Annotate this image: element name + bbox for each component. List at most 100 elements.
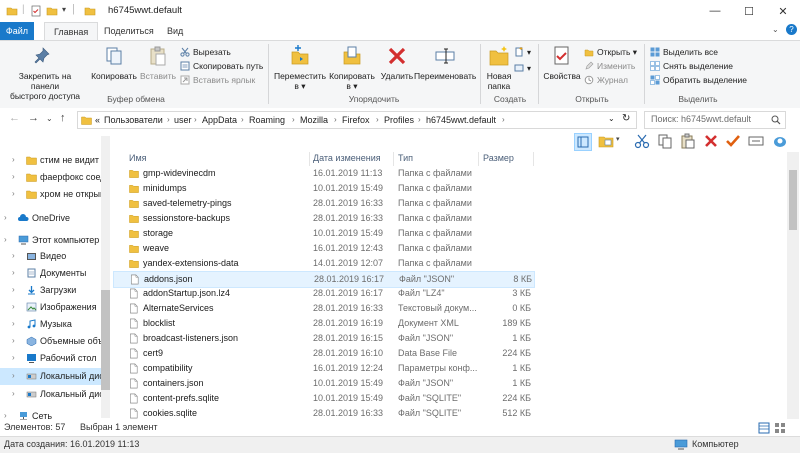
nav-pane-scroll-thumb[interactable]: [101, 290, 110, 390]
delete-toolbar-icon[interactable]: [703, 133, 719, 149]
nav-item[interactable]: › Объемные объ: [0, 333, 101, 350]
minimize-button[interactable]: —: [698, 0, 732, 22]
breadcrumb-appdata[interactable]: AppData: [202, 115, 237, 125]
table-row[interactable]: yandex-extensions-data 14.01.2019 12:07 …: [113, 256, 533, 271]
new-folder-button[interactable]: Новая папка: [484, 45, 514, 91]
column-date[interactable]: Дата изменения: [313, 153, 381, 163]
table-row[interactable]: addonStartup.json.lz4 28.01.2019 16:17 Ф…: [113, 286, 533, 301]
nav-item[interactable]: › стим не видит и: [0, 152, 101, 169]
copy-path-button[interactable]: Скопировать путь: [180, 60, 263, 72]
table-row[interactable]: storage 10.01.2019 15:49 Папка с файлами: [113, 226, 533, 241]
breadcrumb-current[interactable]: h6745wwt.default: [426, 115, 496, 125]
expand-chevron-icon[interactable]: ›: [12, 319, 15, 328]
customize-quick-access-icon[interactable]: ▾: [62, 5, 66, 14]
expand-chevron-icon[interactable]: ›: [12, 389, 15, 398]
up-arrow-icon[interactable]: ↑: [60, 112, 66, 124]
table-row[interactable]: content-prefs.sqlite 10.01.2019 15:49 Фа…: [113, 391, 533, 406]
table-row[interactable]: weave 16.01.2019 12:43 Папка с файлами: [113, 241, 533, 256]
details-layout-icon[interactable]: [758, 422, 770, 434]
details-view-icon[interactable]: [574, 133, 592, 151]
back-arrow-icon[interactable]: ←: [9, 112, 20, 124]
nav-item[interactable]: › Локальный дис: [0, 368, 101, 385]
invert-selection-button[interactable]: Обратить выделение: [650, 74, 747, 86]
nav-item[interactable]: › Этот компьютер: [0, 232, 101, 249]
nav-item[interactable]: › Музыка: [0, 316, 101, 333]
select-all-button[interactable]: Выделить все: [650, 46, 718, 58]
nav-item[interactable]: › Видео: [0, 248, 101, 265]
breadcrumb-mozilla[interactable]: Mozilla: [300, 115, 328, 125]
table-row[interactable]: blocklist 28.01.2019 16:19 Документ XML …: [113, 316, 533, 331]
maximize-button[interactable]: ☐: [732, 0, 766, 22]
properties-quick-icon[interactable]: [30, 5, 42, 17]
paste-toolbar-icon[interactable]: [680, 133, 696, 149]
expand-chevron-icon[interactable]: ›: [4, 213, 7, 222]
table-row[interactable]: saved-telemetry-pings 28.01.2019 16:33 П…: [113, 196, 533, 211]
column-name[interactable]: Имя: [129, 153, 147, 163]
history-button[interactable]: Журнал: [584, 74, 628, 86]
breadcrumb-prefix[interactable]: «: [95, 115, 100, 125]
address-dropdown-icon[interactable]: ⌄: [608, 114, 615, 123]
paste-shortcut-button[interactable]: Вставить ярлык: [180, 74, 255, 86]
select-none-button[interactable]: Снять выделение: [650, 60, 733, 72]
nav-item[interactable]: › Изображения: [0, 299, 101, 316]
expand-chevron-icon[interactable]: ›: [12, 336, 15, 345]
nav-item[interactable]: › Рабочий стол: [0, 350, 101, 367]
breadcrumb-roaming[interactable]: Roaming: [249, 115, 285, 125]
expand-chevron-icon[interactable]: ›: [12, 155, 15, 164]
forward-arrow-icon[interactable]: →: [28, 112, 39, 124]
expand-chevron-icon[interactable]: ›: [4, 411, 7, 420]
help-icon[interactable]: ?: [786, 24, 797, 35]
nav-item[interactable]: › Документы: [0, 265, 101, 282]
edit-button[interactable]: Изменить: [584, 60, 635, 72]
nav-item[interactable]: › Загрузки: [0, 282, 101, 299]
table-row[interactable]: broadcast-listeners.json 28.01.2019 16:1…: [113, 331, 533, 346]
rename-button[interactable]: Переименовать: [414, 45, 476, 81]
column-type[interactable]: Тип: [398, 153, 413, 163]
pin-quick-access-button[interactable]: Закрепить на панели быстрого доступа: [4, 45, 86, 101]
expand-chevron-icon[interactable]: ›: [12, 251, 15, 260]
table-row[interactable]: sessionstore-backups 28.01.2019 16:33 Па…: [113, 211, 533, 226]
refresh-icon[interactable]: ↻: [622, 113, 630, 124]
expand-chevron-icon[interactable]: ›: [12, 285, 15, 294]
table-row[interactable]: minidumps 10.01.2019 15:49 Папка с файла…: [113, 181, 533, 196]
column-size[interactable]: Размер: [483, 153, 514, 163]
table-row[interactable]: compatibility 16.01.2019 12:24 Параметры…: [113, 361, 533, 376]
easy-access-dropdown[interactable]: ▾: [514, 63, 531, 75]
move-to-button[interactable]: Переместить в ▾: [272, 45, 328, 91]
table-row[interactable]: containers.json 10.01.2019 15:49 Файл "J…: [113, 376, 533, 391]
cut-toolbar-icon[interactable]: [634, 133, 650, 149]
search-input[interactable]: Поиск: h6745wwt.default: [644, 111, 786, 129]
nav-item[interactable]: › фаерфокс соед: [0, 169, 101, 186]
expand-chevron-icon[interactable]: ›: [12, 189, 15, 198]
breadcrumb-firefox[interactable]: Firefox: [342, 115, 370, 125]
large-icons-layout-icon[interactable]: [774, 422, 786, 434]
copy-to-button[interactable]: Копировать в ▾: [324, 45, 380, 91]
cut-button[interactable]: Вырезать: [180, 46, 231, 58]
expand-chevron-icon[interactable]: ›: [12, 353, 15, 362]
nav-item[interactable]: › OneDrive: [0, 210, 101, 227]
close-button[interactable]: ✕: [766, 0, 800, 22]
expand-chevron-icon[interactable]: ›: [12, 268, 15, 277]
recent-locations-icon[interactable]: ⌄: [46, 114, 53, 123]
breadcrumb-users[interactable]: Пользователи: [104, 115, 163, 125]
folder-options-icon[interactable]: [598, 133, 614, 149]
nav-item[interactable]: › хром не открыв: [0, 186, 101, 203]
tab-home[interactable]: Главная: [44, 22, 99, 41]
new-folder-quick-icon[interactable]: [46, 5, 58, 17]
expand-chevron-icon[interactable]: ›: [12, 172, 15, 181]
copy-button[interactable]: Копировать: [90, 45, 138, 81]
breadcrumb-user[interactable]: user: [174, 115, 192, 125]
tab-file[interactable]: Файл: [0, 22, 34, 40]
table-row[interactable]: cert9 28.01.2019 16:10 Data Base File 22…: [113, 346, 533, 361]
properties-button[interactable]: Свойства: [540, 45, 584, 81]
table-row[interactable]: AlternateServices 28.01.2019 16:33 Текст…: [113, 301, 533, 316]
rename-toolbar-icon[interactable]: [748, 133, 764, 149]
breadcrumb-profiles[interactable]: Profiles: [384, 115, 414, 125]
file-list-scroll-thumb[interactable]: [789, 170, 797, 230]
check-toolbar-icon[interactable]: [725, 133, 741, 149]
table-row[interactable]: gmp-widevinecdm 16.01.2019 11:13 Папка с…: [113, 166, 533, 181]
new-item-dropdown[interactable]: ▾: [514, 47, 531, 59]
nav-item[interactable]: › Локальный дис: [0, 386, 101, 403]
tab-view[interactable]: Вид: [158, 22, 192, 40]
copy-toolbar-icon[interactable]: [657, 133, 673, 149]
